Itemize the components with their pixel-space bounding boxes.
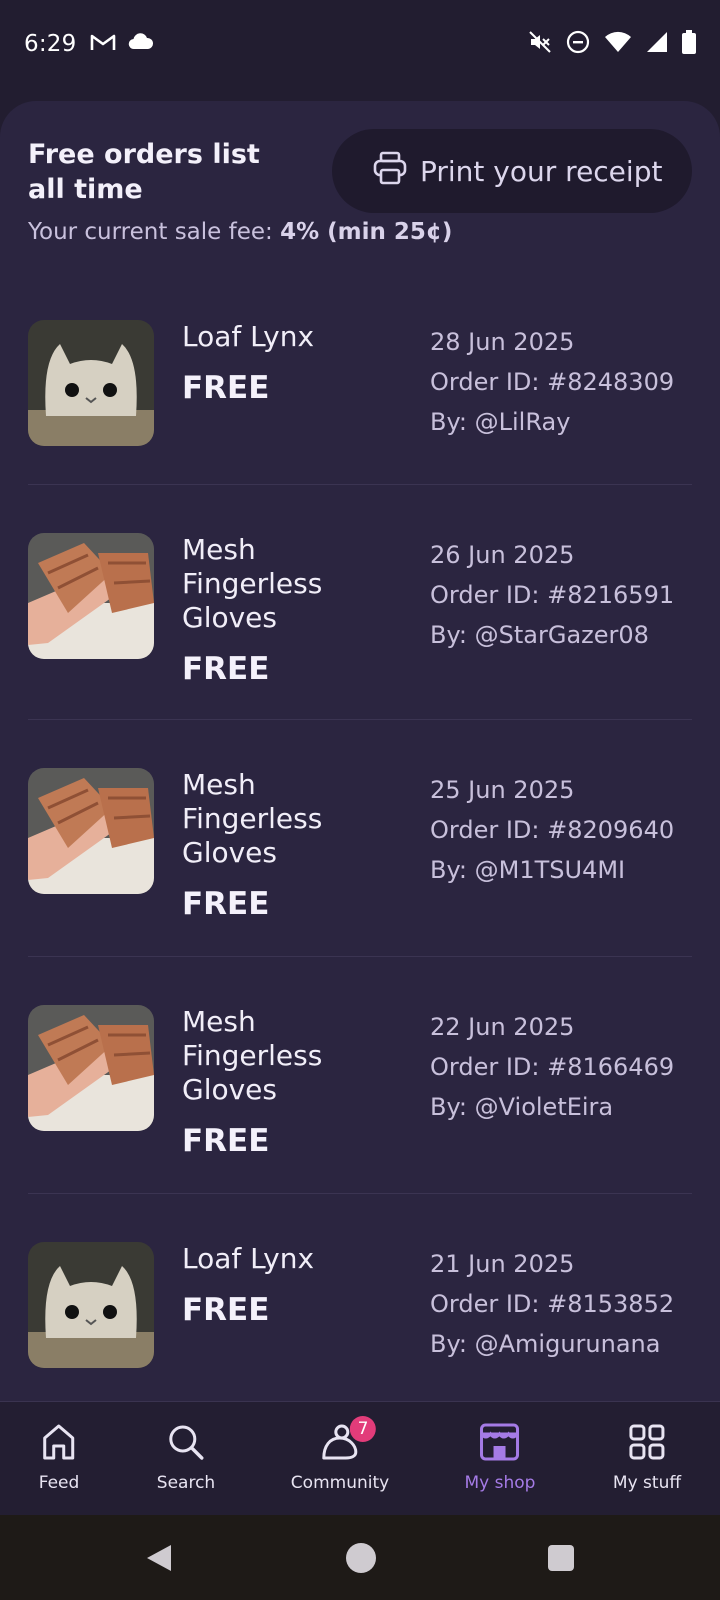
page-title: Free orders list all time: [28, 139, 260, 205]
nav-item-feed[interactable]: Feed: [38, 1422, 80, 1493]
status-bar: 6:29: [0, 0, 720, 90]
item-price: FREE: [182, 1123, 270, 1159]
order-date: 25 Jun 2025: [430, 776, 575, 804]
order-id: Order ID: #8209640: [430, 816, 675, 844]
sale-fee-value: 4% (min 25¢): [280, 219, 453, 245]
gloves-thumbnail: [28, 533, 154, 659]
shop-icon: [479, 1422, 521, 1467]
order-buyer: By: @Amigurunana: [430, 1330, 661, 1358]
order-buyer: By: @VioletEira: [430, 1093, 614, 1121]
item-name: Mesh Fingerless Gloves: [182, 768, 323, 869]
nav-item-community[interactable]: 7 Community: [290, 1416, 390, 1493]
item-name: Loaf Lynx: [182, 1242, 315, 1275]
do-not-disturb-icon: [566, 30, 590, 58]
item-price: FREE: [182, 651, 270, 687]
order-meta: 28 Jun 2025 Order ID: #8248309 By: @LilR…: [430, 322, 700, 442]
gloves-thumbnail: [28, 768, 154, 894]
nav-label: My stuff: [612, 1473, 682, 1493]
system-nav-bar: [0, 1515, 720, 1600]
order-id: Order ID: #8153852: [430, 1290, 675, 1318]
wifi-icon: [604, 31, 632, 57]
search-icon: [166, 1422, 206, 1467]
gloves-thumbnail: [28, 1005, 154, 1131]
print-receipt-label: Print your receipt: [420, 154, 663, 188]
item-price: FREE: [182, 370, 270, 406]
item-price: FREE: [182, 1292, 270, 1328]
signal-icon: [646, 31, 668, 57]
order-id: Order ID: #8166469: [430, 1053, 675, 1081]
nav-item-my-shop[interactable]: My shop: [464, 1422, 536, 1493]
item-price: FREE: [182, 886, 270, 922]
order-meta: 26 Jun 2025 Order ID: #8216591 By: @Star…: [430, 535, 700, 655]
bottom-nav: Feed Search 7 Community My shop My stuff: [0, 1401, 720, 1515]
gmail-icon: [90, 32, 116, 56]
nav-label: Search: [156, 1473, 216, 1493]
recents-button[interactable]: [548, 1545, 574, 1571]
cat-plush-thumbnail: [28, 320, 154, 446]
nav-label: Feed: [38, 1473, 80, 1493]
print-receipt-button[interactable]: Print your receipt: [332, 129, 692, 213]
item-name: Mesh Fingerless Gloves: [182, 533, 323, 634]
order-buyer: By: @LilRay: [430, 408, 571, 436]
order-id: Order ID: #8216591: [430, 581, 675, 609]
item-name: Loaf Lynx: [182, 320, 315, 353]
cloud-icon: [128, 33, 154, 55]
item-name: Mesh Fingerless Gloves: [182, 1005, 323, 1106]
order-date: 28 Jun 2025: [430, 328, 575, 356]
printer-icon: [372, 151, 408, 192]
order-date: 22 Jun 2025: [430, 1013, 575, 1041]
order-date: 21 Jun 2025: [430, 1250, 575, 1278]
community-icon: 7: [320, 1416, 376, 1467]
nav-label: My shop: [464, 1473, 536, 1493]
order-buyer: By: @StarGazer08: [430, 621, 649, 649]
order-meta: 25 Jun 2025 Order ID: #8209640 By: @M1TS…: [430, 770, 700, 890]
nav-item-my-stuff[interactable]: My stuff: [613, 1422, 681, 1493]
home-icon: [39, 1422, 79, 1467]
status-time: 6:29: [24, 31, 77, 57]
order-id: Order ID: #8248309: [430, 368, 675, 396]
notification-badge: 7: [349, 1416, 376, 1442]
divider: [28, 956, 692, 957]
home-button[interactable]: [346, 1543, 376, 1573]
divider: [28, 484, 692, 485]
order-meta: 22 Jun 2025 Order ID: #8166469 By: @Viol…: [430, 1007, 700, 1127]
grid-icon: [627, 1422, 667, 1467]
orders-sheet: Free orders list all time Print your rec…: [0, 101, 720, 1401]
sale-fee-prefix: Your current sale fee:: [28, 219, 281, 245]
cat-plush-thumbnail: [28, 1242, 154, 1368]
back-icon[interactable]: [145, 1543, 173, 1577]
divider: [28, 719, 692, 720]
nav-item-search[interactable]: Search: [157, 1422, 215, 1493]
mute-icon: [528, 30, 552, 58]
order-date: 26 Jun 2025: [430, 541, 575, 569]
nav-label: Community: [290, 1473, 390, 1493]
divider: [28, 1193, 692, 1194]
order-meta: 21 Jun 2025 Order ID: #8153852 By: @Amig…: [430, 1244, 700, 1364]
battery-icon: [682, 30, 696, 58]
sale-fee-line: Your current sale fee: 4% (min 25¢): [28, 219, 452, 245]
order-buyer: By: @M1TSU4MI: [430, 856, 626, 884]
